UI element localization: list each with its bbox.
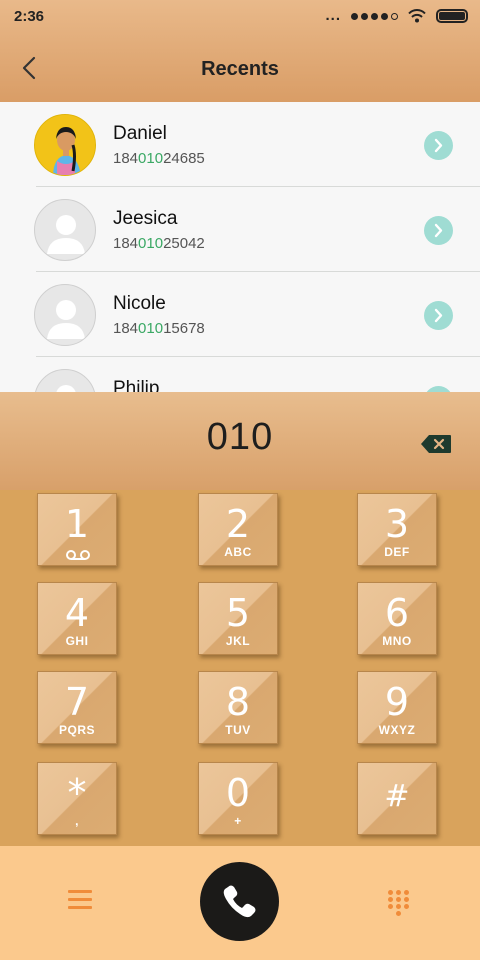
key-letters: DEF [384,545,410,559]
key-letters: GHI [65,634,89,648]
dial-display: 010 [0,392,480,490]
key-letters: ABC [224,545,252,559]
avatar [34,369,96,392]
key-8[interactable]: 8 TUV [198,671,278,744]
key-9[interactable]: 9 WXYZ [357,671,437,744]
header-bar: 2:36 ... Recents [0,0,480,102]
status-bar: 2:36 ... [0,0,480,34]
list-item[interactable]: Nicole 18401015678 [0,272,480,357]
key-7[interactable]: 7 PQRS [37,671,117,744]
key-2[interactable]: 2 ABC [198,493,278,566]
key-letters: JKL [225,634,251,648]
phone-icon [223,885,256,918]
contact-number: 18401025042 [113,235,205,252]
key-4[interactable]: 4 GHI [37,582,117,655]
key-digit: 3 [384,502,410,546]
key-3[interactable]: 3 DEF [357,493,437,566]
recent-contacts-list[interactable]: Daniel 18401024685 Jeesica 18401025042 N… [0,102,480,392]
status-time: 2:36 [14,8,45,25]
list-item[interactable]: Jeesica 18401025042 [0,187,480,272]
key-digit: 6 [384,591,410,635]
avatar [34,114,96,176]
more-notifications-icon: ... [325,7,341,24]
key-letters: MNO [382,634,412,648]
key-letters: WXYZ [378,723,416,737]
default-avatar-icon [47,300,85,339]
key-digit: 0 [225,771,251,815]
contact-details-button[interactable] [424,301,453,330]
contact-name: Daniel [113,123,167,144]
key-star[interactable]: * , [37,762,117,835]
menu-icon[interactable] [68,890,92,912]
key-6[interactable]: 6 MNO [357,582,437,655]
contact-name: Jeesica [113,208,178,229]
list-item[interactable]: Daniel 18401024685 [0,102,480,187]
contact-name: Philip [113,378,160,392]
key-letters: + [234,814,242,828]
list-item[interactable]: Philip [0,357,480,392]
page-title: Recents [201,58,279,80]
contact-photo [35,115,95,175]
key-digit: 1 [64,502,90,546]
battery-icon [436,9,468,23]
dialed-number: 010 [206,416,274,458]
key-hash[interactable]: # [357,762,437,835]
key-digit: 5 [225,591,251,635]
key-0[interactable]: 0 + [198,762,278,835]
key-letters: TUV [225,723,251,737]
bottom-bar [0,846,480,960]
call-button[interactable] [200,862,279,941]
contact-details-button[interactable] [424,131,453,160]
key-letters: , [75,814,79,828]
key-5[interactable]: 5 JKL [198,582,278,655]
voicemail-icon [66,550,90,560]
keypad-grid-icon[interactable] [388,890,412,916]
contact-number: 18401015678 [113,320,205,337]
backspace-icon[interactable] [420,434,452,454]
key-digit: # [384,779,410,814]
default-avatar-icon [56,385,76,392]
key-digit: 2 [225,502,251,546]
key-digit: 4 [64,591,90,635]
contact-name: Nicole [113,293,166,314]
signal-strength-icon [351,12,398,20]
default-avatar-icon [47,215,85,254]
chevron-right-icon [434,138,443,153]
contact-details-button[interactable] [424,216,453,245]
number-match: 010 [138,320,164,337]
key-digit: * [67,771,87,815]
key-1[interactable]: 1 [37,493,117,566]
key-digit: 9 [384,680,410,724]
chevron-right-icon [434,308,443,323]
avatar [34,199,96,261]
contact-number: 18401024685 [113,150,205,167]
dial-keypad: 1 2 ABC 3 DEF 4 GHI 5 JKL 6 MNO 7 PQRS 8… [0,490,480,846]
status-icons: ... [325,7,468,24]
key-digit: 8 [225,680,251,724]
key-letters: PQRS [58,723,95,737]
wifi-icon [408,9,426,23]
number-match: 010 [138,150,164,167]
number-match: 010 [138,235,164,252]
avatar [34,284,96,346]
key-digit: 7 [64,680,90,724]
chevron-right-icon [434,223,443,238]
